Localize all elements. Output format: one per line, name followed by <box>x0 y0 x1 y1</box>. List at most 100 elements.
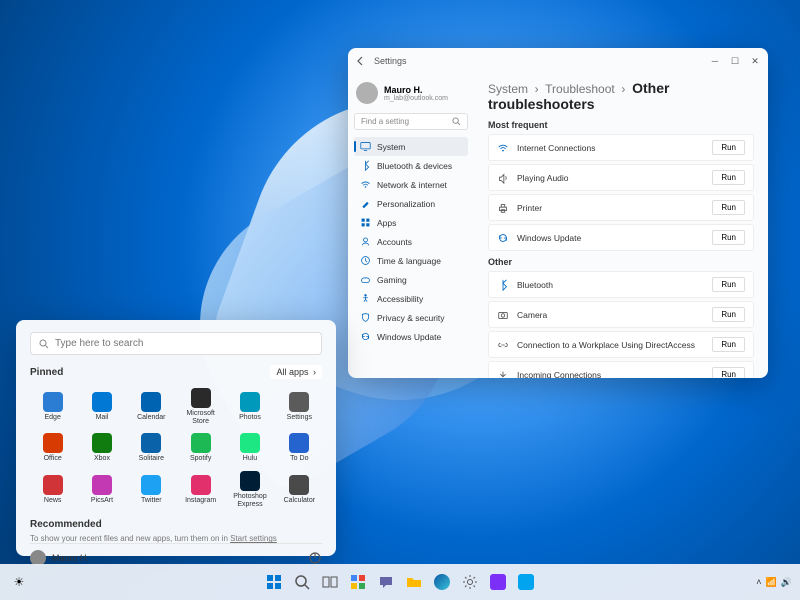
window-title: Settings <box>374 56 407 66</box>
sidebar-item-label: Time & language <box>377 256 441 266</box>
troubleshooter-row: Internet Connections Run <box>488 134 754 161</box>
troubleshooter-row: Windows Update Run <box>488 224 754 251</box>
person-icon <box>360 236 371 247</box>
app-label: Settings <box>287 414 312 422</box>
sidebar-item-accounts[interactable]: Accounts <box>354 232 468 251</box>
troubleshooter-row: Incoming Connections Run <box>488 361 754 378</box>
settings-taskbar-button[interactable] <box>459 571 481 593</box>
app-tile-microsoft-store[interactable]: Microsoft Store <box>178 385 223 428</box>
widgets-button[interactable] <box>347 571 369 593</box>
app-tile-hulu[interactable]: Hulu <box>227 430 272 466</box>
maximize-button[interactable]: ☐ <box>730 56 740 67</box>
back-button[interactable] <box>356 56 366 66</box>
breadcrumb-system[interactable]: System <box>488 82 528 96</box>
app-tile-twitter[interactable]: Twitter <box>129 468 174 511</box>
app-tile-photoshop-express[interactable]: Photoshop Express <box>227 468 272 511</box>
app-tile-to-do[interactable]: To Do <box>277 430 322 466</box>
app-tile-calculator[interactable]: Calculator <box>277 468 322 511</box>
run-button[interactable]: Run <box>712 277 745 292</box>
sidebar-item-label: Network & internet <box>377 180 447 190</box>
shield-icon <box>360 312 371 323</box>
user-account[interactable]: Mauro H. m_lab@outlook.com <box>354 78 468 112</box>
troubleshooter-label: Windows Update <box>517 233 704 243</box>
app-icon[interactable] <box>515 571 537 593</box>
app-tile-calendar[interactable]: Calendar <box>129 385 174 428</box>
app-tile-instagram[interactable]: Instagram <box>178 468 223 511</box>
troubleshooter-label: Incoming Connections <box>517 370 704 379</box>
sidebar-item-personalization[interactable]: Personalization <box>354 194 468 213</box>
app-icon[interactable] <box>487 571 509 593</box>
app-tile-news[interactable]: News <box>30 468 75 511</box>
troubleshooter-label: Internet Connections <box>517 143 704 153</box>
sidebar-item-network-internet[interactable]: Network & internet <box>354 175 468 194</box>
sidebar-item-label: Privacy & security <box>377 313 445 323</box>
app-icon <box>141 392 161 412</box>
start-search-input[interactable] <box>55 338 313 349</box>
sidebar-item-label: System <box>377 142 405 152</box>
sidebar-item-time-language[interactable]: Time & language <box>354 251 468 270</box>
app-icon <box>240 471 260 491</box>
troubleshooter-label: Bluetooth <box>517 280 704 290</box>
all-apps-button[interactable]: All apps › <box>270 365 322 379</box>
run-button[interactable]: Run <box>712 230 745 245</box>
task-view-button[interactable] <box>319 571 341 593</box>
run-button[interactable]: Run <box>712 307 745 322</box>
access-icon <box>360 293 371 304</box>
bluetooth-icon <box>360 160 371 171</box>
file-explorer-button[interactable] <box>403 571 425 593</box>
sidebar-item-label: Personalization <box>377 199 435 209</box>
update-icon <box>360 331 371 342</box>
start-button[interactable] <box>263 571 285 593</box>
sidebar-item-system[interactable]: System <box>354 137 468 156</box>
settings-search-input[interactable]: Find a setting <box>354 113 468 130</box>
app-label: To Do <box>290 455 308 463</box>
run-button[interactable]: Run <box>712 337 745 352</box>
wifi-icon <box>497 142 509 154</box>
sidebar-item-gaming[interactable]: Gaming <box>354 270 468 289</box>
sidebar-item-windows-update[interactable]: Windows Update <box>354 327 468 346</box>
troubleshooter-label: Playing Audio <box>517 173 704 183</box>
network-icon[interactable]: 📶 <box>766 577 777 588</box>
system-tray-chevron[interactable]: ˄ <box>756 577 761 587</box>
breadcrumb-troubleshoot[interactable]: Troubleshoot <box>545 82 615 96</box>
run-button[interactable]: Run <box>712 367 745 378</box>
app-tile-settings[interactable]: Settings <box>277 385 322 428</box>
app-tile-edge[interactable]: Edge <box>30 385 75 428</box>
search-button[interactable] <box>291 571 313 593</box>
run-button[interactable]: Run <box>712 200 745 215</box>
run-button[interactable]: Run <box>712 140 745 155</box>
search-icon <box>39 339 49 349</box>
app-tile-solitaire[interactable]: Solitaire <box>129 430 174 466</box>
sidebar-item-apps[interactable]: Apps <box>354 213 468 232</box>
camera-icon <box>497 309 509 321</box>
app-label: PicsArt <box>91 497 113 505</box>
app-tile-xbox[interactable]: Xbox <box>79 430 124 466</box>
minimize-button[interactable]: ─ <box>710 56 720 67</box>
app-tile-picsart[interactable]: PicsArt <box>79 468 124 511</box>
sidebar-item-bluetooth-devices[interactable]: Bluetooth & devices <box>354 156 468 175</box>
bluetooth-icon <box>497 279 509 291</box>
app-icon <box>289 433 309 453</box>
app-label: Spotify <box>190 455 211 463</box>
start-search[interactable] <box>30 332 322 355</box>
start-menu: Pinned All apps › EdgeMailCalendarMicros… <box>16 320 336 556</box>
troubleshooter-row: CameraRun <box>488 301 754 328</box>
app-tile-photos[interactable]: Photos <box>227 385 272 428</box>
edge-button[interactable] <box>431 571 453 593</box>
volume-icon[interactable]: 🔊 <box>781 577 792 588</box>
sidebar-item-accessibility[interactable]: Accessibility <box>354 289 468 308</box>
run-button[interactable]: Run <box>712 170 745 185</box>
close-button[interactable]: ✕ <box>750 56 760 67</box>
troubleshooter-row: Bluetooth Run <box>488 271 754 298</box>
app-icon <box>289 392 309 412</box>
sidebar: Mauro H. m_lab@outlook.com Find a settin… <box>348 74 474 378</box>
chat-button[interactable] <box>375 571 397 593</box>
wifi-icon <box>360 179 371 190</box>
app-tile-mail[interactable]: Mail <box>79 385 124 428</box>
start-settings-link[interactable]: Start settings <box>230 534 277 543</box>
weather-widget[interactable]: ☀ <box>8 571 30 593</box>
troubleshooter-row: Playing Audio Run <box>488 164 754 191</box>
app-tile-spotify[interactable]: Spotify <box>178 430 223 466</box>
sidebar-item-privacy-security[interactable]: Privacy & security <box>354 308 468 327</box>
app-tile-office[interactable]: Office <box>30 430 75 466</box>
